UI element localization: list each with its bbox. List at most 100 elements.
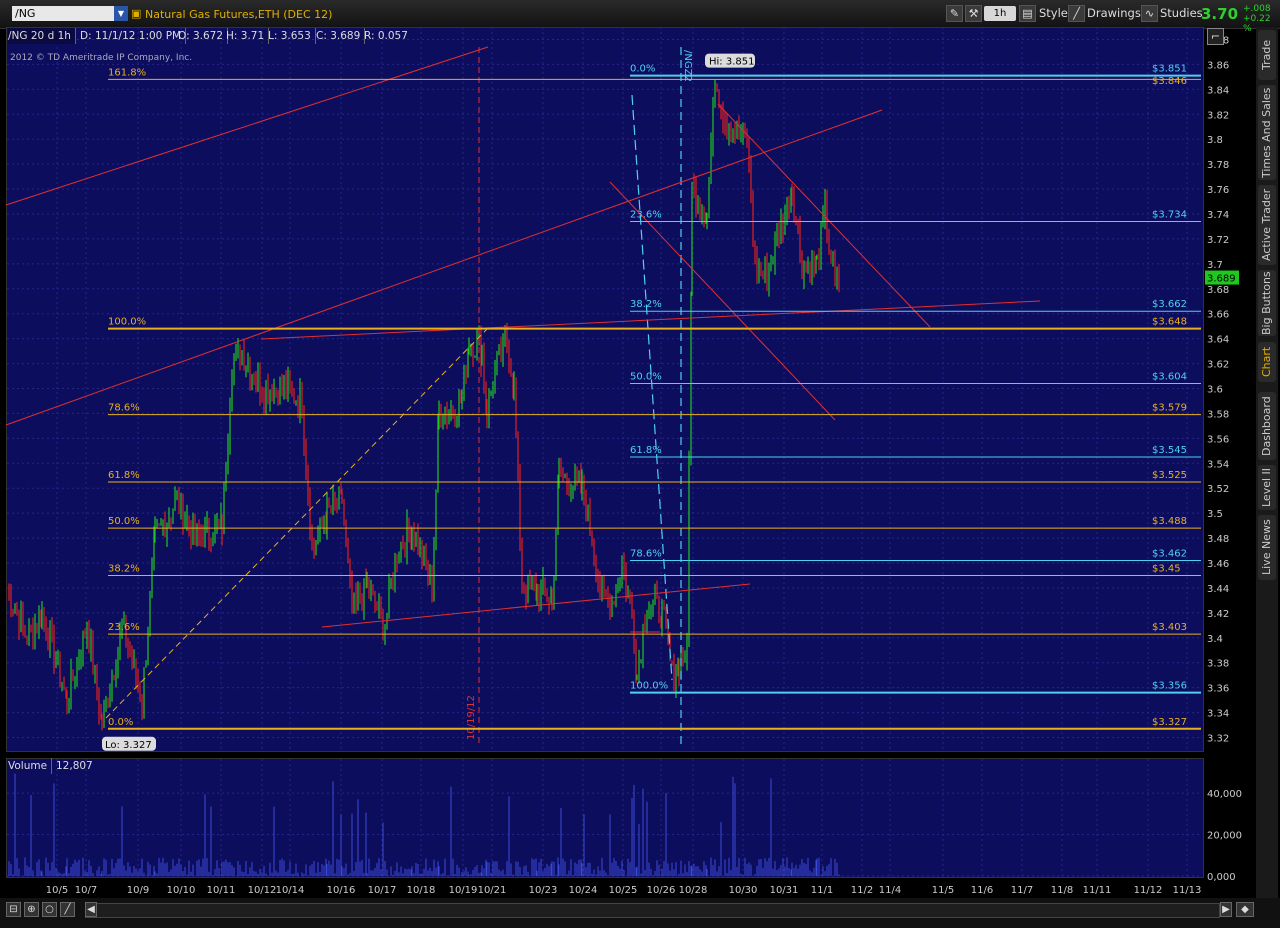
side-tab-big-buttons[interactable]: Big Buttons: [1258, 270, 1276, 336]
trendline: [5, 46, 489, 206]
info-close: C: 3.689: [316, 28, 366, 44]
x-tick-label: 11/8: [1051, 885, 1073, 896]
x-tick-label: 11/13: [1173, 885, 1202, 896]
side-tab-chart[interactable]: Chart: [1258, 342, 1276, 382]
y-tick-label: 3.48: [1207, 534, 1229, 545]
y-tick-label: 3.72: [1207, 235, 1229, 246]
y-tick-label: 3.7: [1207, 260, 1223, 271]
scroll-left-icon[interactable]: ◀: [85, 902, 97, 917]
high-label: Hi: 3.851: [709, 57, 754, 68]
fib-cyan-price: $3.662: [1152, 299, 1187, 310]
side-tab-trade[interactable]: Trade: [1258, 30, 1276, 80]
y-tick-label: 3.62: [1207, 360, 1229, 371]
x-tick-label: 10/25: [609, 885, 638, 896]
fib-cyan-price: $3.462: [1152, 549, 1187, 560]
y-tick-label: 3.54: [1207, 459, 1229, 470]
side-tab-dashboard[interactable]: Dashboard: [1258, 392, 1276, 460]
side-tab-active-trader[interactable]: Active Trader: [1258, 185, 1276, 265]
side-tab-live-news[interactable]: Live News: [1258, 515, 1276, 580]
y-tick-label: 3.36: [1207, 684, 1229, 695]
expand-icon[interactable]: ◆: [1236, 902, 1254, 917]
x-tick-label: 10/16: [327, 885, 356, 896]
volume-tick-label: 0,000: [1207, 872, 1236, 883]
y-tick-label: 3.44: [1207, 584, 1229, 595]
fib-gold-label: 23.6%: [108, 622, 140, 633]
magnifier-icon[interactable]: ○: [42, 902, 57, 917]
fib-cyan-label: 50.0%: [630, 372, 662, 383]
y-tick-label: 3.84: [1207, 85, 1229, 96]
y-tick-label: 3.32: [1207, 734, 1229, 745]
y-tick-label: 3.58: [1207, 409, 1229, 420]
date-marker-label: 10/19/12: [466, 695, 477, 740]
fib-cyan-label: 61.8%: [630, 445, 662, 456]
volume-tick-label: 40,000: [1207, 789, 1242, 800]
zoom-out-icon[interactable]: ⊟: [6, 902, 21, 917]
fib-cyan-price: $3.545: [1152, 445, 1187, 456]
x-tick-label: 10/28: [679, 885, 708, 896]
x-tick-label: 11/1: [811, 885, 833, 896]
fib-gold-label: 0.0%: [108, 717, 133, 728]
fib-gold-price: $3.327: [1152, 717, 1187, 728]
x-tick-label: 10/18: [407, 885, 436, 896]
x-tick-label: 11/2: [851, 885, 873, 896]
x-tick-label: 10/24: [569, 885, 598, 896]
side-tab-level-ii[interactable]: Level II: [1258, 465, 1276, 510]
fib-gold-label: 100.0%: [108, 317, 146, 328]
volume-label: Volume: [8, 758, 53, 774]
fib-gold-price: $3.846: [1152, 76, 1187, 87]
x-tick-label: 11/7: [1011, 885, 1033, 896]
y-tick-label: 3.52: [1207, 484, 1229, 495]
fib-gold-price: $3.403: [1152, 622, 1187, 633]
zoom-in-icon[interactable]: ⊕: [24, 902, 39, 917]
fib-cyan-price: $3.851: [1152, 64, 1187, 75]
trendline: [717, 103, 931, 328]
drawing-line-icon[interactable]: ╱: [60, 902, 75, 917]
chart-scrollbar[interactable]: [85, 903, 1220, 918]
y-tick-label: 3.74: [1207, 210, 1229, 221]
info-range: R: 0.057: [364, 30, 408, 42]
x-tick-label: 10/19: [449, 885, 478, 896]
y-tick-label: 3.68: [1207, 285, 1229, 296]
info-date: D: 11/1/12 1:00 PM: [80, 28, 187, 44]
x-tick-label: 11/4: [879, 885, 901, 896]
fib-gold-label: 50.0%: [108, 516, 140, 527]
chart-settings-icon[interactable]: ⌐: [1207, 28, 1224, 45]
scroll-right-icon[interactable]: ▶: [1220, 902, 1232, 917]
fib-cyan-price: $3.356: [1152, 681, 1187, 692]
fib-cyan-label: 78.6%: [630, 549, 662, 560]
trendline: [5, 109, 883, 426]
x-tick-label: 11/12: [1134, 885, 1163, 896]
fib-cyan-label: 38.2%: [630, 299, 662, 310]
fib-gold-price: $3.579: [1152, 403, 1187, 414]
fib-gold-label: 78.6%: [108, 403, 140, 414]
y-tick-label: 3.42: [1207, 609, 1229, 620]
side-tab-times-and-sales[interactable]: Times And Sales: [1258, 85, 1276, 180]
volume-tick-label: 20,000: [1207, 831, 1242, 842]
x-tick-label: 10/17: [368, 885, 397, 896]
y-tick-label: 3.64: [1207, 335, 1229, 346]
expiry-marker-label: /NGZ2: [682, 50, 693, 82]
x-tick-label: 11/5: [932, 885, 954, 896]
fib-gold-label: 161.8%: [108, 67, 146, 78]
y-tick-label: 3.5: [1207, 509, 1223, 520]
y-tick-label: 3.38: [1207, 659, 1229, 670]
fib-gold-price: $3.525: [1152, 470, 1187, 481]
y-tick-label: 3.86: [1207, 60, 1229, 71]
x-tick-label: 10/26: [647, 885, 676, 896]
y-tick-label: 3.76: [1207, 185, 1229, 196]
y-tick-label: 3.56: [1207, 434, 1229, 445]
x-tick-label: 10/21: [478, 885, 507, 896]
fib-gold-price: $3.648: [1152, 317, 1187, 328]
info-low: L: 3.653: [268, 28, 316, 44]
y-tick-label: 3.4: [1207, 634, 1223, 645]
x-tick-label: 10/5: [46, 885, 68, 896]
x-tick-label: 10/12: [248, 885, 277, 896]
x-tick-label: 10/31: [770, 885, 799, 896]
x-tick-label: 10/9: [127, 885, 149, 896]
fib-gold-price: $3.45: [1152, 563, 1181, 574]
info-period: /NG 20 d 1h: [8, 28, 76, 44]
low-label: Lo: 3.327: [105, 740, 152, 751]
fib-gold-label: 61.8%: [108, 470, 140, 481]
y-tick-label: 3.46: [1207, 559, 1229, 570]
volume-value: 12,807: [56, 760, 93, 772]
